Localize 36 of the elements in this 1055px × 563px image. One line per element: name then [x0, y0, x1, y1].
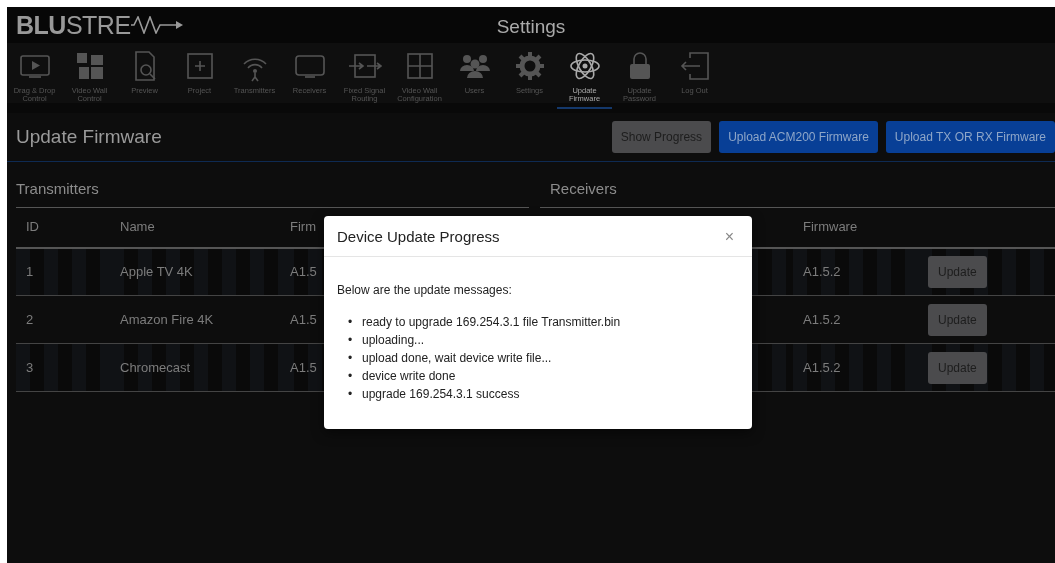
table-cell: Chromecast [120, 359, 191, 375]
window-title: Settings [496, 16, 566, 37]
close-button[interactable]: × [718, 229, 740, 245]
upload-button[interactable]: Upload TX OR RX Firmware [885, 121, 1055, 153]
update-message: upgrade 169.254.3.1 success [362, 386, 520, 403]
table-cell: A1.5.2 [803, 264, 841, 279]
table-cell: 1 [26, 264, 34, 279]
list-bullet: • [348, 314, 354, 331]
update-message: ready to upgrade 169.254.3.1 file Transmitter.bin [362, 314, 621, 331]
page-title: Update Firmware [16, 125, 162, 149]
column-header: Name [120, 219, 155, 235]
upload-button[interactable]: Upload ACM200 Firmware [719, 121, 878, 153]
update-message: device write done [362, 368, 456, 385]
logo: BLUSTRE [16, 12, 185, 38]
table-cell: A1.5.2 [803, 311, 841, 327]
modal-title: Device Update Progress [337, 228, 500, 246]
table-cell: A1.5 [290, 359, 317, 375]
table-cell: A1.5 [290, 264, 317, 279]
table-cell: Apple TV 4K [120, 264, 193, 279]
column-header: ID [26, 219, 39, 235]
column-header: Firmware [803, 219, 858, 235]
list-bullet: • [348, 386, 354, 403]
modal-text: Below are the update messages: [337, 282, 513, 299]
column-header: Firm [290, 219, 316, 235]
list-bullet: • [348, 332, 354, 349]
list-bullet: • [348, 368, 354, 385]
list-bullet: • [348, 350, 354, 367]
table-cell: 2 [26, 311, 34, 327]
table-cell: A1.5.2 [803, 359, 841, 375]
table-cell: A1.5 [290, 311, 317, 327]
table-cell: 3 [26, 359, 34, 375]
section-title: Receivers [550, 180, 617, 197]
update-message: upload done, wait device write file... [362, 350, 552, 367]
table-cell: Amazon Fire 4K [120, 311, 214, 327]
section-title: Transmitters [16, 180, 99, 197]
update-message: uploading... [362, 332, 425, 349]
